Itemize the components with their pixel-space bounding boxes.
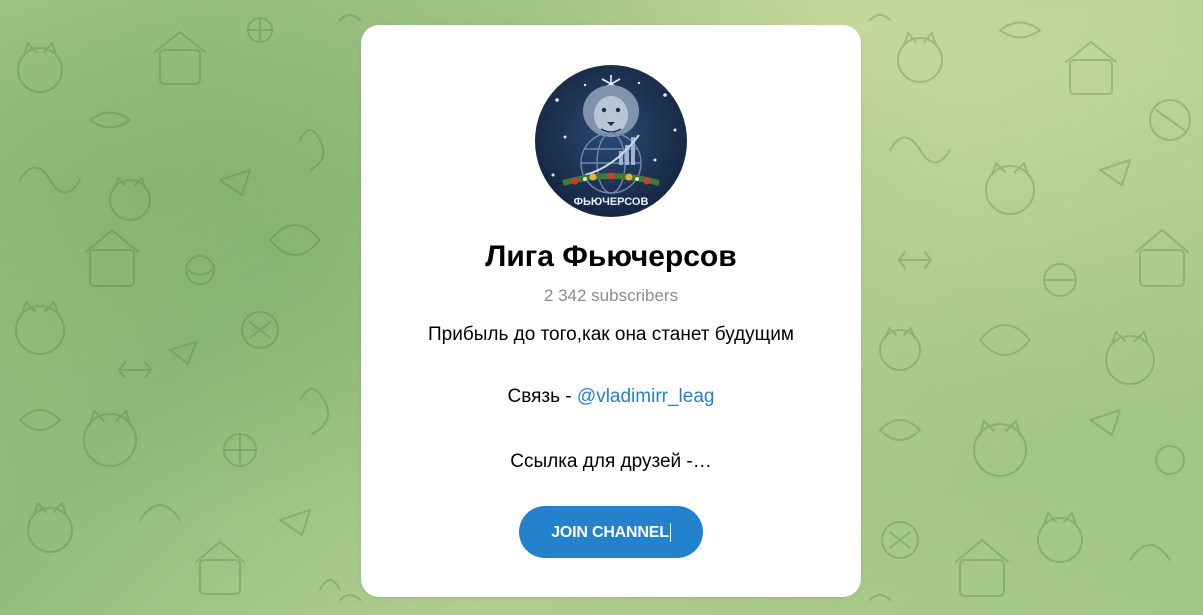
description-line-2: Связь - @vladimirr_leag — [361, 385, 861, 409]
subscriber-count: 2 342 subscribers — [543, 286, 679, 305]
contact-prefix: Связь - — [507, 386, 577, 407]
description-line-1: Прибыль до того,как она станет будущим — [428, 324, 794, 345]
join-channel-label: JOIN CHANNEL — [551, 524, 669, 541]
contact-username-link[interactable]: @vladimirr_leag — [577, 386, 715, 407]
channel-card: ФЬЮЧЕРСОВ Лига Фьючерсов 2 342 subscribe… — [361, 25, 861, 597]
avatar-wordmark: ФЬЮЧЕРСОВ — [574, 196, 649, 208]
channel-title: Лига Фьючерсов — [485, 240, 737, 273]
description-line-3: Ссылка для друзей -… — [510, 451, 712, 472]
channel-avatar: ФЬЮЧЕРСОВ — [535, 65, 687, 217]
text-cursor — [669, 523, 671, 543]
join-channel-button[interactable]: JOIN CHANNEL — [519, 506, 703, 558]
